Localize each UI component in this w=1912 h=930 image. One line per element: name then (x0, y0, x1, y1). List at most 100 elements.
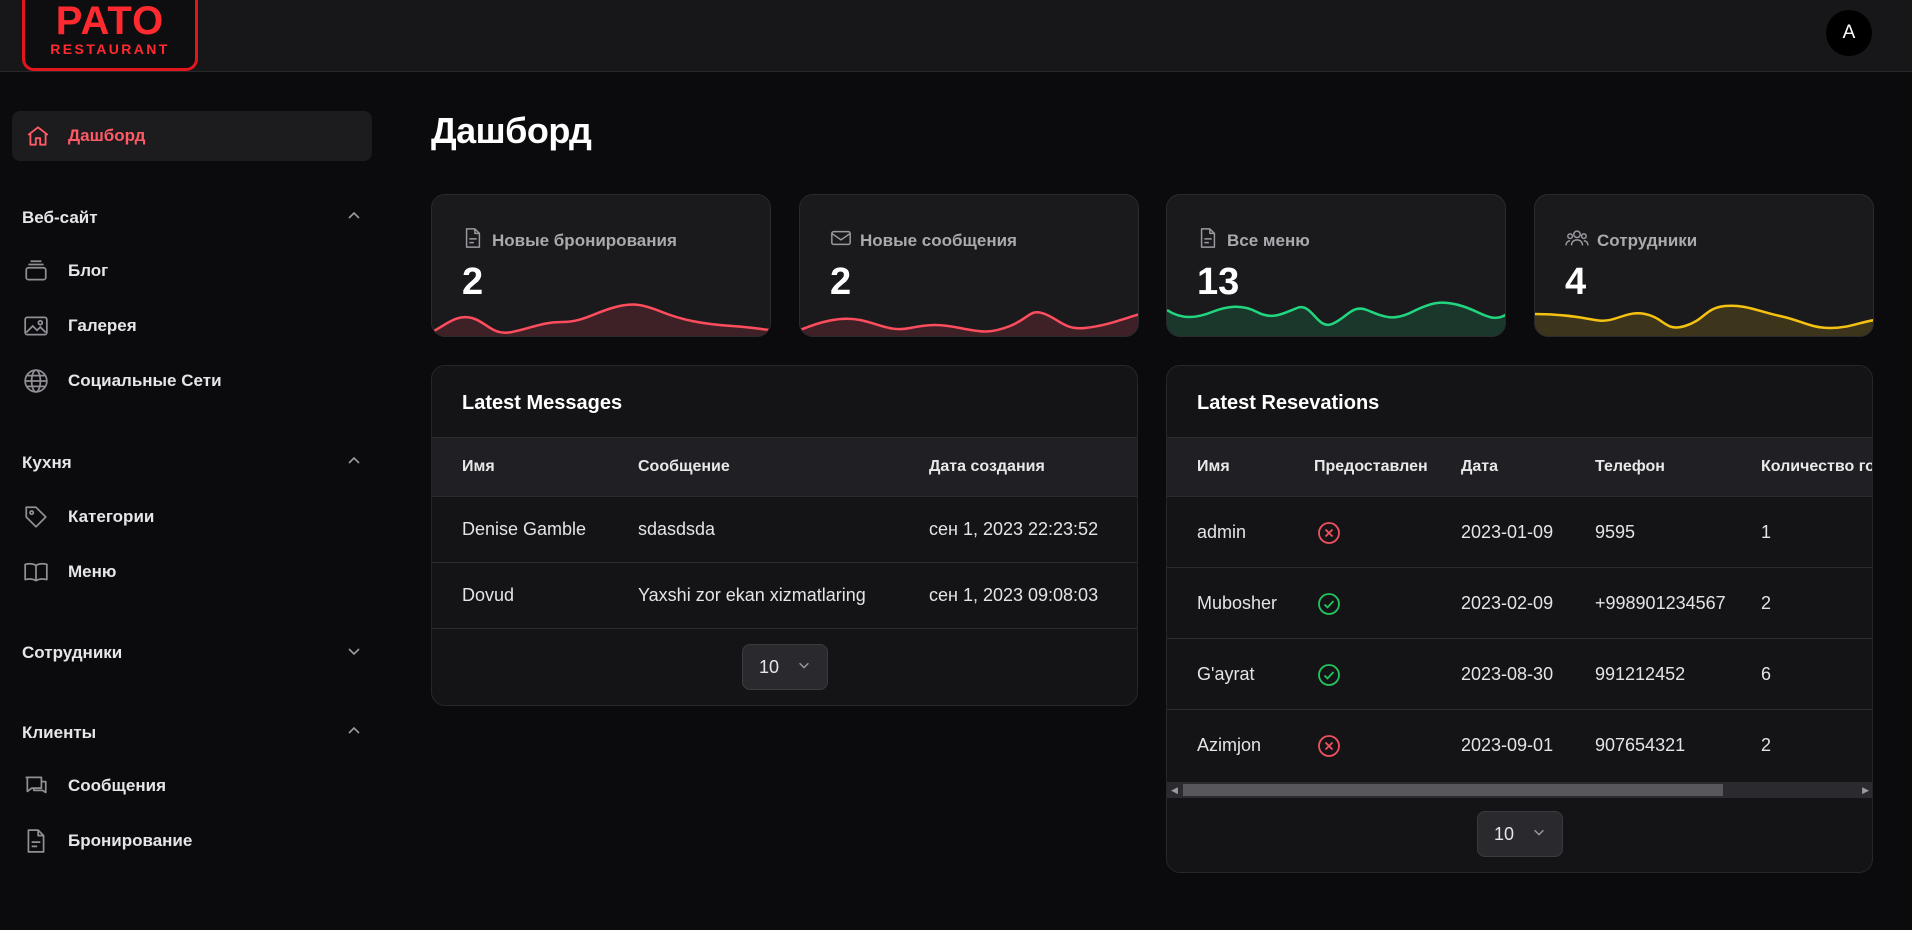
sidebar-section-staff[interactable]: Сотрудники (22, 639, 362, 667)
sidebar-item-categories[interactable]: Категории (22, 500, 154, 534)
sparkline-chart (1535, 304, 1873, 336)
sidebar-section-kitchen[interactable]: Кухня (22, 449, 362, 477)
table-row[interactable]: Denise Gamble sdasdsda сен 1, 2023 22:23… (432, 497, 1137, 563)
cell-date: сен 1, 2023 09:08:03 (929, 585, 1099, 605)
x-circle-icon (1317, 521, 1341, 550)
table-row[interactable]: Azimjon 2023-09-01 907654321 2 (1167, 710, 1872, 781)
page-title: Дашборд (431, 110, 592, 151)
sidebar-item-label: Блог (68, 261, 109, 280)
column-header[interactable]: Телефон (1595, 458, 1665, 476)
section-title: Кухня (22, 453, 72, 472)
document-icon (462, 227, 484, 254)
stat-card-messages[interactable]: Новые сообщения 2 (799, 194, 1139, 337)
cell-name: Azimjon (1197, 735, 1262, 755)
blog-icon (22, 257, 50, 285)
cell-date: сен 1, 2023 22:23:52 (929, 519, 1099, 539)
table-row[interactable]: admin 2023-01-09 9595 1 (1167, 497, 1872, 568)
page-size-value: 10 (759, 656, 780, 677)
user-avatar[interactable]: A (1826, 10, 1872, 56)
chevron-up-icon (346, 208, 362, 229)
panel-title: Latest Resevations (1197, 392, 1380, 414)
column-header[interactable]: Количество го (1761, 458, 1872, 476)
cell-name: Dovud (462, 585, 515, 605)
column-header[interactable]: Сообщение (638, 458, 730, 476)
top-header: PATO RESTAURANT A (0, 0, 1912, 72)
stat-label: Новые сообщения (860, 230, 1017, 250)
page-size-select[interactable]: 10 (742, 644, 828, 690)
check-circle-icon (1317, 663, 1341, 692)
sidebar-section-website[interactable]: Веб-сайт (22, 204, 362, 232)
stat-card-staff[interactable]: Сотрудники 4 (1534, 194, 1874, 337)
sidebar-item-label: Сообщения (68, 776, 166, 795)
column-header[interactable]: Дата (1461, 458, 1498, 476)
cell-message: Yaxshi zor ekan xizmatlaring (638, 585, 866, 605)
sidebar-item-label: Меню (68, 562, 117, 581)
sidebar-item-label: Галерея (68, 316, 137, 335)
table-row[interactable]: Dovud Yaxshi zor ekan xizmatlaring сен 1… (432, 563, 1137, 629)
book-icon (22, 558, 50, 586)
sidebar-item-label: Категории (68, 507, 155, 526)
sidebar-item-label: Бронирование (68, 831, 193, 850)
latest-messages-panel: Latest Messages Имя Сообщение Дата созда… (431, 365, 1138, 706)
column-header[interactable]: Имя (1197, 458, 1230, 476)
sidebar-item-reservations[interactable]: Бронирование (22, 824, 192, 858)
x-circle-icon (1317, 734, 1341, 763)
scroll-left-arrow-icon[interactable]: ◀ (1171, 785, 1178, 796)
sidebar-item-messages[interactable]: Сообщения (22, 769, 166, 803)
page-size-value: 10 (1494, 823, 1515, 844)
sparkline-chart (1167, 301, 1505, 336)
sidebar-item-social[interactable]: Социальные Сети (22, 364, 222, 398)
check-circle-icon (1317, 592, 1341, 621)
chevron-down-icon (1532, 825, 1546, 844)
stat-card-menu[interactable]: Все меню 13 (1166, 194, 1506, 337)
scroll-right-arrow-icon[interactable]: ▶ (1862, 785, 1869, 796)
cell-count: 6 (1761, 664, 1772, 684)
column-header[interactable]: Имя (462, 458, 495, 476)
globe-icon (22, 367, 50, 395)
page-size-select[interactable]: 10 (1477, 811, 1563, 857)
horizontal-scrollbar[interactable]: ◀ ▶ (1167, 782, 1872, 798)
chevron-down-icon (797, 658, 811, 677)
mail-icon (830, 227, 852, 254)
cell-name: Denise Gamble (462, 519, 587, 539)
cell-phone: 991212452 (1595, 664, 1686, 684)
column-header[interactable]: Дата создания (929, 458, 1045, 476)
cell-phone: +998901234567 (1595, 593, 1726, 613)
document-icon (1197, 227, 1219, 254)
cell-name: G'ayrat (1197, 664, 1255, 684)
chevron-down-icon (346, 643, 362, 664)
cell-message: sdasdsda (638, 519, 716, 539)
home-icon (24, 122, 52, 150)
sidebar-item-label: Социальные Сети (68, 371, 222, 390)
restaurant-logo[interactable]: PATO RESTAURANT (22, 0, 198, 71)
cell-date: 2023-09-01 (1461, 735, 1554, 755)
cell-date: 2023-01-09 (1461, 522, 1554, 542)
image-icon (22, 312, 50, 340)
table-row[interactable]: Mubosher 2023-02-09 +998901234567 2 (1167, 568, 1872, 639)
sidebar-item-gallery[interactable]: Галерея (22, 309, 137, 343)
stat-label: Сотрудники (1597, 230, 1698, 250)
table-header: Имя Предоставлен Дата Телефон Количество… (1167, 437, 1872, 497)
section-title: Сотрудники (22, 643, 123, 662)
sidebar-item-label: Дашборд (68, 126, 146, 145)
sparkline-chart (432, 303, 770, 336)
stat-label: Все меню (1227, 230, 1310, 250)
table-header: Имя Сообщение Дата создания (432, 437, 1137, 497)
scrollbar-thumb[interactable] (1183, 784, 1723, 796)
sidebar-item-dashboard[interactable]: Дашборд (12, 111, 372, 161)
cell-date: 2023-08-30 (1461, 664, 1554, 684)
cell-name: Mubosher (1197, 593, 1278, 613)
table-row[interactable]: G'ayrat 2023-08-30 991212452 6 (1167, 639, 1872, 710)
sidebar-item-blog[interactable]: Блог (22, 254, 108, 288)
sidebar-section-clients[interactable]: Клиенты (22, 719, 362, 747)
sidebar-item-menu[interactable]: Меню (22, 555, 116, 589)
stat-card-reservations[interactable]: Новые бронирования 2 (431, 194, 771, 337)
panel-title: Latest Messages (462, 392, 623, 414)
section-title: Веб-сайт (22, 208, 98, 227)
cell-date: 2023-02-09 (1461, 593, 1554, 613)
stat-label: Новые бронирования (492, 230, 677, 250)
chevron-up-icon (346, 453, 362, 474)
chevron-up-icon (346, 723, 362, 744)
column-header[interactable]: Предоставлен (1314, 458, 1428, 476)
cell-phone: 907654321 (1595, 735, 1686, 755)
